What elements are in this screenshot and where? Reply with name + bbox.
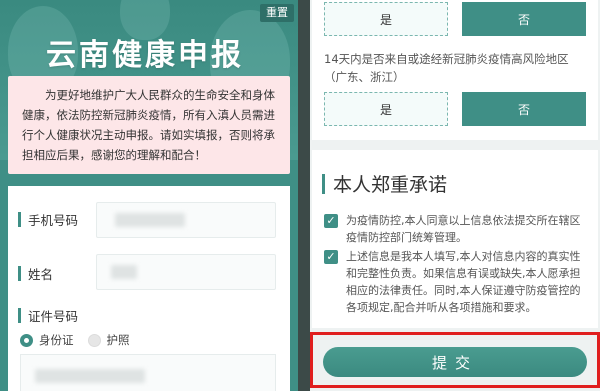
id-number-input[interactable]: [20, 354, 276, 391]
label-accent-bar: [18, 308, 21, 323]
declaration-form-panel: 重置 云南健康申报 为更好地维护广大人民群众的生命安全和身体健康，依法防控新冠肺…: [0, 0, 298, 391]
question-2-yes-button[interactable]: 是: [324, 92, 448, 126]
pledge-item-2-text: 上述信息是我本人填写,本人对信息内容的真实性和完整性负责。如果信息有误或缺失,本…: [346, 250, 581, 314]
name-label: 姓名: [18, 264, 53, 283]
panel-divider: [298, 0, 310, 391]
radio-unselected-icon[interactable]: [87, 333, 101, 347]
question-2-text: 14天内是否来自或途经新冠肺炎疫情高风险地区（广东、浙江）: [324, 52, 569, 84]
id-type-option-idcard[interactable]: 身份证: [39, 332, 74, 348]
pledge-title-text: 本人郑重承诺: [333, 174, 448, 196]
question-1-options: 是 否: [324, 2, 586, 36]
phone-label: 手机号码: [18, 210, 78, 229]
pledge-item-2: ✓ 上述信息是我本人填写,本人对信息内容的真实性和完整性负责。如果信息有误或缺失…: [324, 248, 586, 316]
questions-card: 是 否 14天内是否来自或途经新冠肺炎疫情高风险地区（广东、浙江） 是 否: [312, 0, 598, 140]
pledge-item-1: ✓ 为疫情防控,本人同意以上信息依法提交所在辖区疫情防控部门统筹管理。: [324, 212, 586, 246]
question-1-no-button[interactable]: 否: [462, 2, 586, 36]
pledge-heading: 本人郑重承诺: [322, 170, 447, 197]
reset-button[interactable]: 重置: [260, 4, 294, 22]
question-1-yes-button[interactable]: 是: [324, 2, 448, 36]
submit-highlight-box: 提交: [310, 332, 600, 388]
redacted-value: [115, 213, 185, 227]
redacted-value: [35, 369, 145, 383]
page-title: 云南健康申报: [46, 38, 244, 73]
pledge-card: 本人郑重承诺 ✓ 为疫情防控,本人同意以上信息依法提交所在辖区疫情防控部门统筹管…: [312, 150, 598, 328]
heading-accent-bar: [322, 173, 325, 194]
id-type-selector: 身份证 护照: [20, 332, 130, 348]
radio-selected-icon[interactable]: [20, 333, 33, 347]
id-number-label: 证件号码: [18, 306, 78, 325]
label-accent-bar: [18, 266, 21, 281]
pledge-panel: 是 否 14天内是否来自或途经新冠肺炎疫情高风险地区（广东、浙江） 是 否 本人…: [310, 0, 600, 391]
phone-input[interactable]: [96, 202, 276, 238]
redacted-value: [111, 265, 137, 279]
pledge-item-1-text: 为疫情防控,本人同意以上信息依法提交所在辖区疫情防控部门统筹管理。: [346, 214, 581, 244]
checkbox-checked-icon[interactable]: ✓: [324, 250, 338, 264]
app-screen: 重置 云南健康申报 为更好地维护广大人民群众的生命安全和身体健康，依法防控新冠肺…: [0, 0, 600, 391]
personal-info-form: 手机号码 姓名 证件号码 身份证 护照: [8, 186, 290, 391]
question-2-options: 是 否: [324, 92, 586, 126]
checkbox-checked-icon[interactable]: ✓: [324, 214, 338, 228]
label-accent-bar: [18, 212, 21, 227]
question-2-no-button[interactable]: 否: [462, 92, 586, 126]
name-input[interactable]: [96, 254, 276, 290]
id-number-label-text: 证件号码: [28, 309, 79, 324]
phone-label-text: 手机号码: [28, 213, 79, 228]
id-type-option-passport[interactable]: 护照: [107, 332, 130, 348]
notice-box: 为更好地维护广大人民群众的生命安全和身体健康，依法防控新冠肺炎疫情，所有入滇人员…: [8, 76, 290, 174]
submit-button[interactable]: 提交: [323, 347, 587, 377]
name-label-text: 姓名: [28, 267, 54, 282]
